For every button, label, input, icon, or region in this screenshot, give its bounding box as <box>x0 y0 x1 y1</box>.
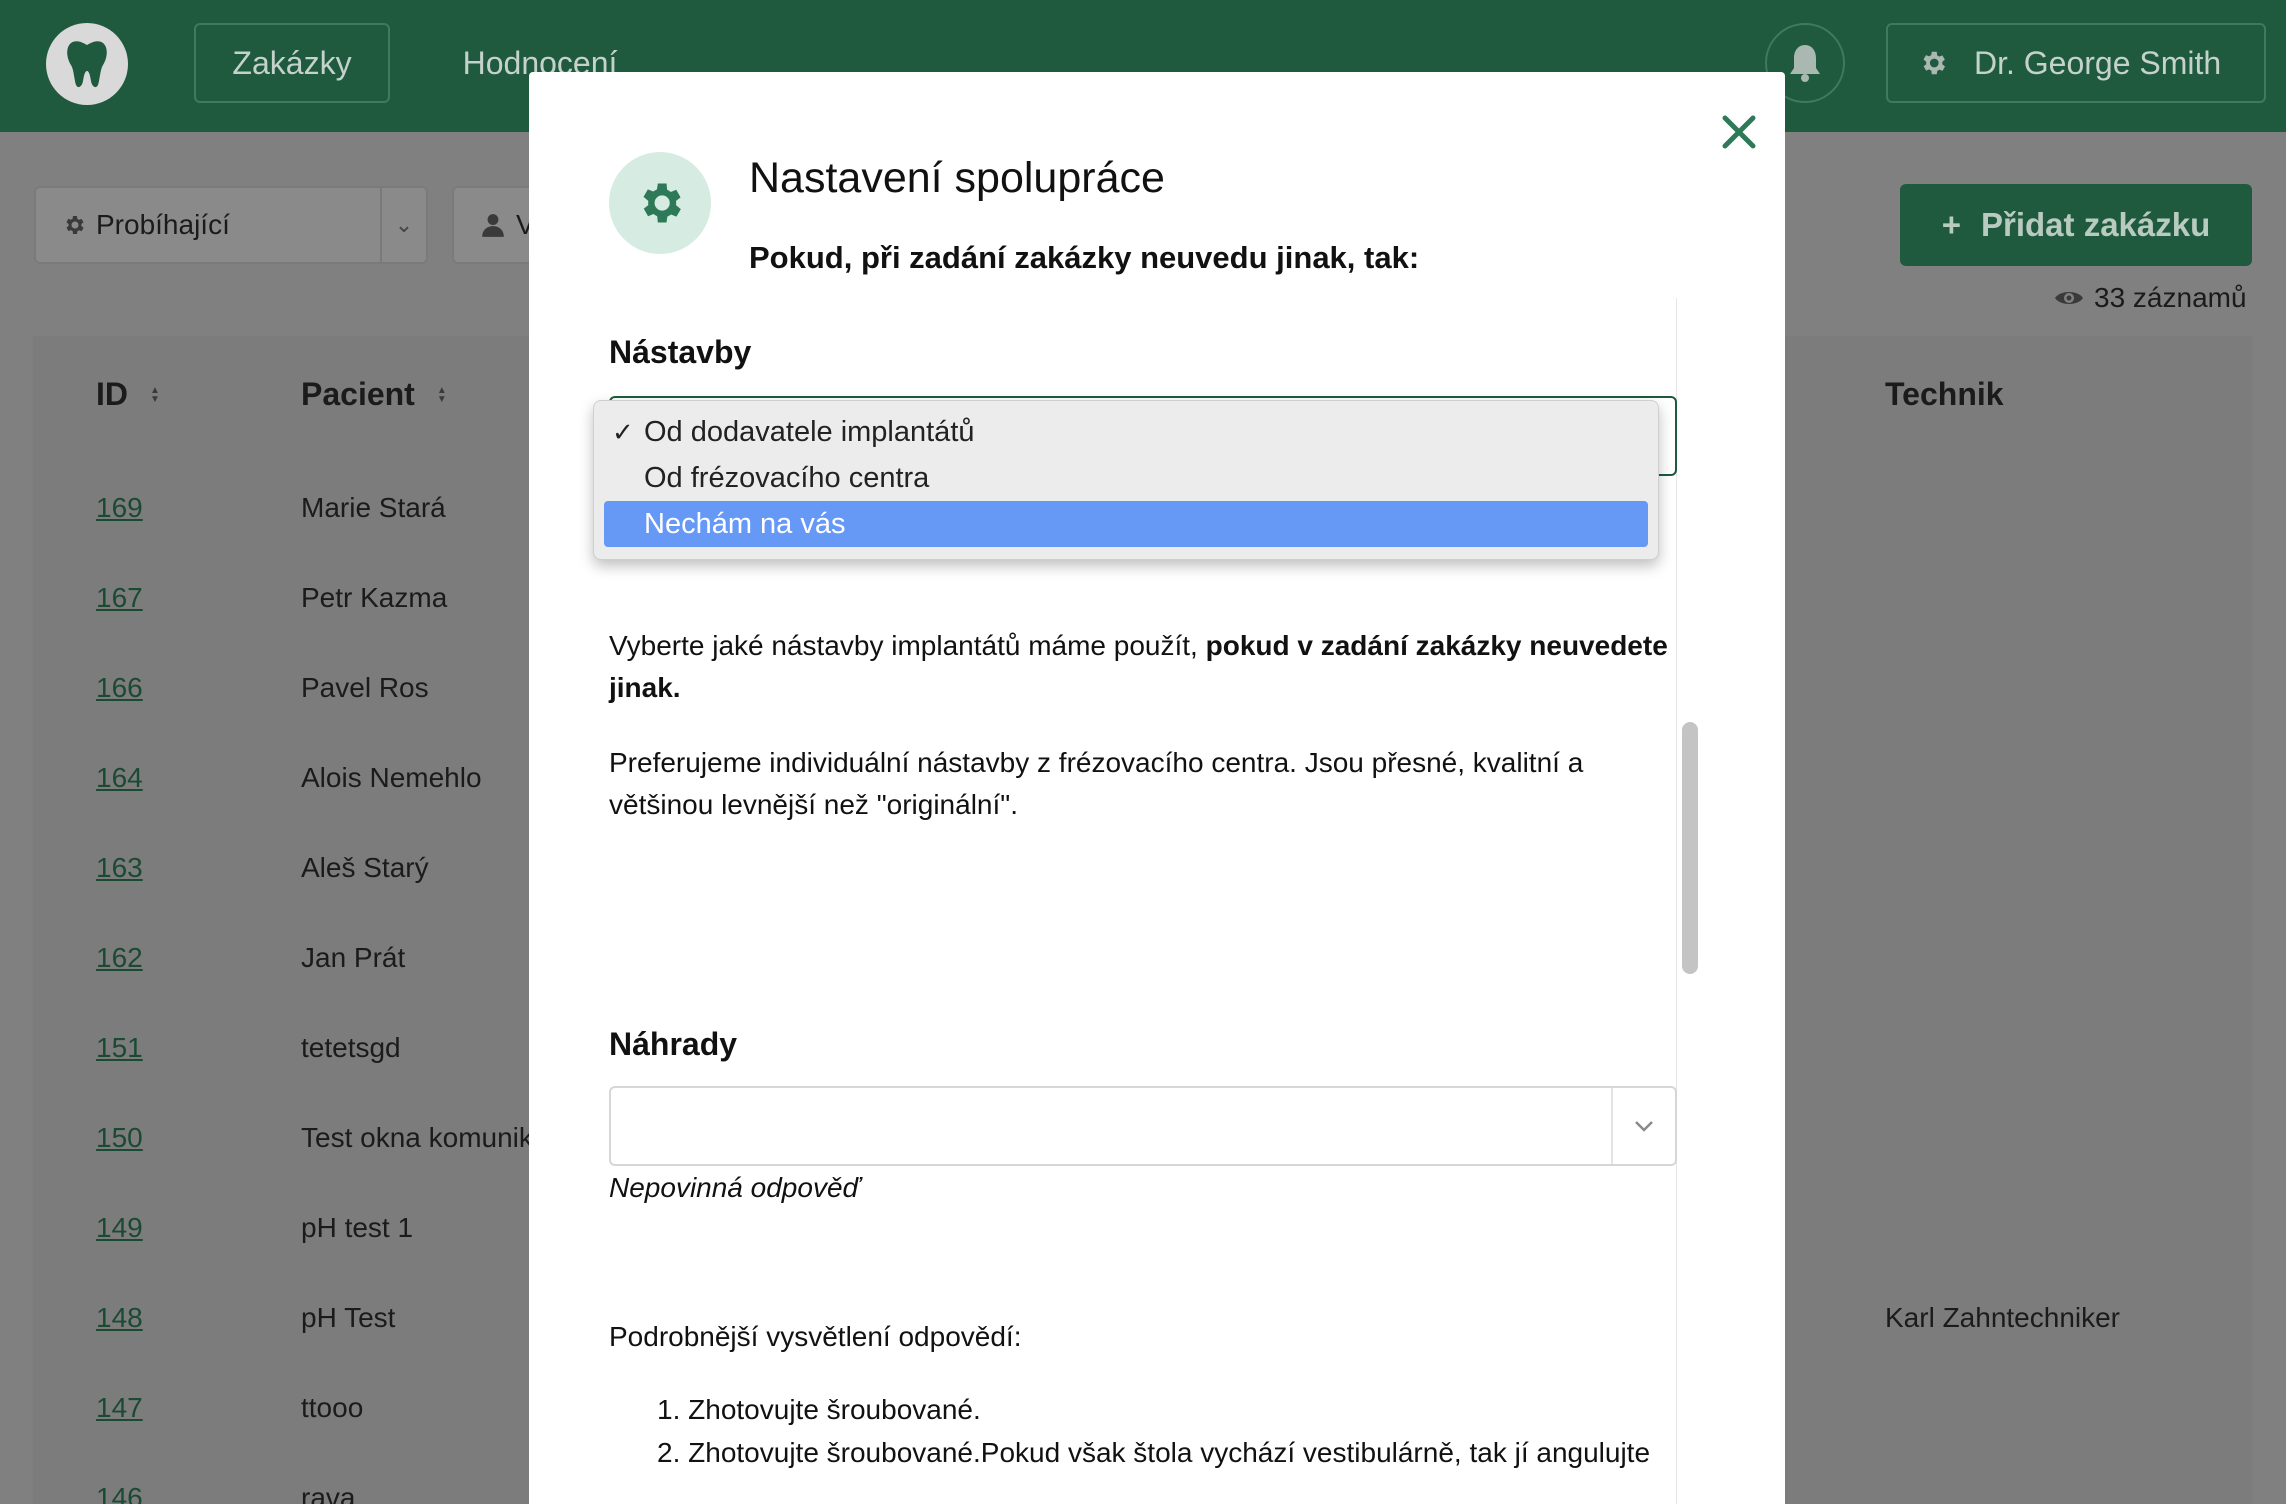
chevron-down-icon: ⌄ <box>380 188 426 262</box>
patient-name: Aleš Starý <box>301 852 429 883</box>
sort-icon: ▲ ▼ <box>436 384 447 405</box>
modal-title: Nastavení spolupráce <box>749 154 1165 202</box>
status-filter-select[interactable]: Probíhající ⌄ <box>34 186 428 264</box>
patient-name: rava <box>301 1482 356 1504</box>
user-name: Dr. George Smith <box>1974 44 2222 81</box>
user-menu-button[interactable]: Dr. George Smith <box>1886 23 2266 103</box>
patient-name: Petr Kazma <box>301 582 448 613</box>
order-id-link[interactable]: 162 <box>96 942 143 974</box>
chevron-down-icon <box>1611 1088 1675 1164</box>
gear-icon <box>66 216 84 234</box>
add-order-button[interactable]: + Přidat zakázku <box>1900 184 2252 266</box>
order-id-link[interactable]: 163 <box>96 852 143 884</box>
nastavby-preference-text: Preferujeme individuální nástavby z fréz… <box>609 747 1584 820</box>
section-label-nahrady: Náhrady <box>609 1026 738 1062</box>
plus-icon: + <box>1941 206 1961 243</box>
column-header-patient[interactable]: Pacient ▲ ▼ <box>301 376 447 413</box>
gear-icon <box>1923 51 1945 75</box>
order-id-link[interactable]: 149 <box>96 1212 143 1244</box>
option-od-dodavatele[interactable]: ✓ Od dodavatele implantátů <box>604 409 1648 455</box>
patient-name: pH Test <box>301 1302 396 1333</box>
check-icon: ✓ <box>612 416 634 447</box>
section-label-nastavby: Nástavby <box>609 334 752 370</box>
modal-subtitle: Pokud, při zadání zakázky neuvedu jinak,… <box>749 240 1420 275</box>
status-filter-value: Probíhající <box>96 209 230 240</box>
sort-icon: ▲ ▼ <box>150 384 160 405</box>
nahrady-select[interactable] <box>609 1086 1677 1166</box>
order-id-link[interactable]: 148 <box>96 1302 143 1334</box>
order-id-link[interactable]: 151 <box>96 1032 143 1064</box>
add-order-label: Přidat zakázku <box>1981 206 2211 243</box>
gear-icon <box>609 152 711 254</box>
order-id-link[interactable]: 146 <box>96 1482 143 1504</box>
optional-answer-hint: Nepovinná odpověď <box>609 1172 861 1203</box>
explanation-title: Podrobnější vysvětlení odpovědí: <box>609 1321 1022 1352</box>
nastavby-description: Vyberte jaké nástavby implantátů máme po… <box>609 630 1668 703</box>
patient-name: Marie Stará <box>301 492 446 523</box>
patient-name: pH test 1 <box>301 1212 414 1243</box>
column-header-technician: Technik <box>1885 376 2004 412</box>
order-id-link[interactable]: 166 <box>96 672 143 704</box>
order-id-link[interactable]: 147 <box>96 1392 143 1424</box>
technician-name: Karl Zahntechniker <box>1885 1302 2121 1333</box>
patient-name: Test okna komunik <box>301 1122 533 1153</box>
patient-name: Pavel Ros <box>301 672 429 703</box>
patient-name: Alois Nemehlo <box>301 762 482 793</box>
records-count-label: 33 záznamů <box>2094 282 2247 313</box>
eye-icon <box>2055 292 2083 304</box>
option-od-frezovaciho-centra[interactable]: Od frézovacího centra <box>604 455 1648 501</box>
scrollbar-thumb[interactable] <box>1682 722 1698 974</box>
patient-name: ttooo <box>301 1392 364 1423</box>
records-count: 33 záznamů <box>2054 282 2247 314</box>
tooth-logo-icon[interactable] <box>46 23 128 105</box>
list-item: 2. Zhotovujte šroubované.Pokud však štol… <box>657 1437 1651 1468</box>
explanation-list: 1. Zhotovujte šroubované. 2. Zhotovujte … <box>657 1388 1650 1474</box>
order-id-link[interactable]: 150 <box>96 1122 143 1154</box>
collaboration-settings-modal: Nastavení spolupráce Pokud, při zadání z… <box>529 72 1785 1504</box>
order-id-link[interactable]: 164 <box>96 762 143 794</box>
close-icon[interactable] <box>1709 102 1769 162</box>
option-necham-na-vas[interactable]: Nechám na vás <box>604 501 1648 547</box>
order-id-link[interactable]: 167 <box>96 582 143 614</box>
nav-zakazky[interactable]: Zakázky <box>194 23 390 103</box>
column-header-id[interactable]: ID ▲ ▼ <box>96 376 160 413</box>
person-icon <box>482 214 504 237</box>
patient-name: tetetsgd <box>301 1032 401 1063</box>
list-item: 1. Zhotovujte šroubované. <box>657 1394 981 1425</box>
patient-name: Jan Prát <box>301 942 406 973</box>
order-id-link[interactable]: 169 <box>96 492 143 524</box>
nastavby-dropdown-list: ✓ Od dodavatele implantátů Od frézovacíh… <box>593 400 1659 560</box>
